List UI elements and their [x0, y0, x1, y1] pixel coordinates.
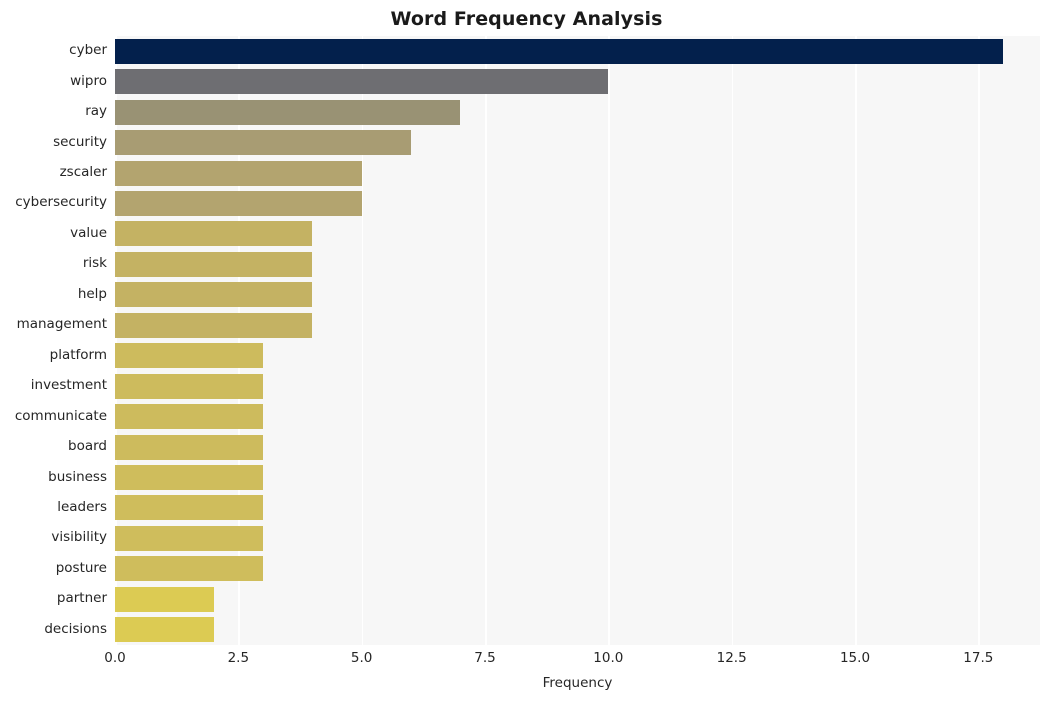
chart-title: Word Frequency Analysis	[390, 8, 663, 30]
bar-row	[115, 495, 1040, 521]
x-tick-label-5.0: 5.0	[350, 650, 373, 666]
y-tick-label-ray: ray	[85, 103, 107, 120]
bar-row	[115, 343, 1040, 369]
y-tick-label-board: board	[68, 438, 107, 455]
bar-row	[115, 99, 1040, 125]
bar-row	[115, 251, 1040, 277]
x-tick-label-12.5: 12.5	[716, 650, 747, 666]
bar-leaders	[115, 495, 263, 521]
y-tick-label-value: value	[70, 224, 107, 241]
bar-security	[115, 130, 411, 156]
bar-zscaler	[115, 160, 362, 186]
y-tick-label-zscaler: zscaler	[59, 164, 107, 181]
x-axis-title: Frequency	[542, 675, 613, 691]
bar-investment	[115, 373, 263, 399]
plot-area	[115, 36, 1040, 645]
y-axis-tick-labels: cyber wipro ray security zscaler cybersecurit…	[0, 36, 107, 645]
y-tick-label-communicate: communicate	[14, 407, 107, 424]
bar-ray	[115, 99, 461, 125]
bar-management	[115, 312, 313, 338]
y-tick-label-posture: posture	[55, 559, 107, 576]
bar-row	[115, 586, 1040, 612]
bar-communicate	[115, 404, 263, 430]
bar-row	[115, 190, 1040, 216]
y-tick-label-partner: partner	[56, 590, 107, 607]
y-tick-label-leaders: leaders	[57, 498, 107, 515]
bar-value	[115, 221, 313, 247]
bar-platform	[115, 343, 263, 369]
bar-cyber	[115, 38, 1003, 64]
bar-row	[115, 312, 1040, 338]
word-frequency-bar-chart: Word Frequency Analysis cyber wipro ray sec…	[0, 0, 1053, 701]
bar-partner	[115, 586, 214, 612]
y-tick-label-wipro: wipro	[70, 72, 107, 89]
y-tick-label-decisions: decisions	[44, 620, 107, 637]
bars-container	[115, 36, 1040, 645]
x-tick-label-2.5: 2.5	[227, 650, 250, 666]
bar-row	[115, 465, 1040, 490]
bar-row	[115, 130, 1040, 156]
y-tick-label-management: management	[16, 316, 107, 333]
y-tick-label-cybersecurity: cybersecurity	[15, 194, 107, 211]
bar-row	[115, 160, 1040, 186]
x-tick-label-0.0: 0.0	[104, 650, 126, 666]
bar-board	[115, 434, 263, 460]
bar-posture	[115, 556, 263, 582]
bar-decisions	[115, 617, 214, 643]
x-tick-label-17.5: 17.5	[963, 650, 994, 666]
y-tick-label-platform: platform	[49, 346, 107, 363]
bar-row	[115, 556, 1040, 582]
bar-row	[115, 404, 1040, 430]
x-tick-label-10.0: 10.0	[593, 650, 624, 666]
y-tick-label-business: business	[48, 468, 107, 485]
y-tick-label-visibility: visibility	[51, 529, 107, 546]
x-axis-tick-labels: 0.0 2.5 5.0 7.5 10.0 12.5 15.0 17.5	[0, 650, 1053, 672]
bar-row	[115, 69, 1040, 95]
bar-row	[115, 221, 1040, 247]
y-tick-label-cyber: cyber	[69, 42, 107, 59]
y-tick-label-help: help	[77, 285, 107, 302]
bar-business	[115, 465, 263, 490]
y-tick-label-security: security	[53, 133, 107, 150]
bar-row	[115, 525, 1040, 551]
bar-cybersecurity	[115, 190, 362, 216]
bar-row	[115, 617, 1040, 643]
bar-row	[115, 373, 1040, 399]
x-tick-label-7.5: 7.5	[474, 650, 496, 666]
bar-wipro	[115, 69, 609, 95]
x-tick-label-15.0: 15.0	[839, 650, 871, 666]
y-tick-label-investment: investment	[30, 377, 107, 394]
y-tick-label-risk: risk	[82, 255, 107, 272]
bar-row	[115, 282, 1040, 308]
bar-visibility	[115, 525, 263, 551]
bar-risk	[115, 251, 313, 277]
bar-row	[115, 38, 1040, 64]
bar-row	[115, 434, 1040, 460]
bar-help	[115, 282, 313, 308]
